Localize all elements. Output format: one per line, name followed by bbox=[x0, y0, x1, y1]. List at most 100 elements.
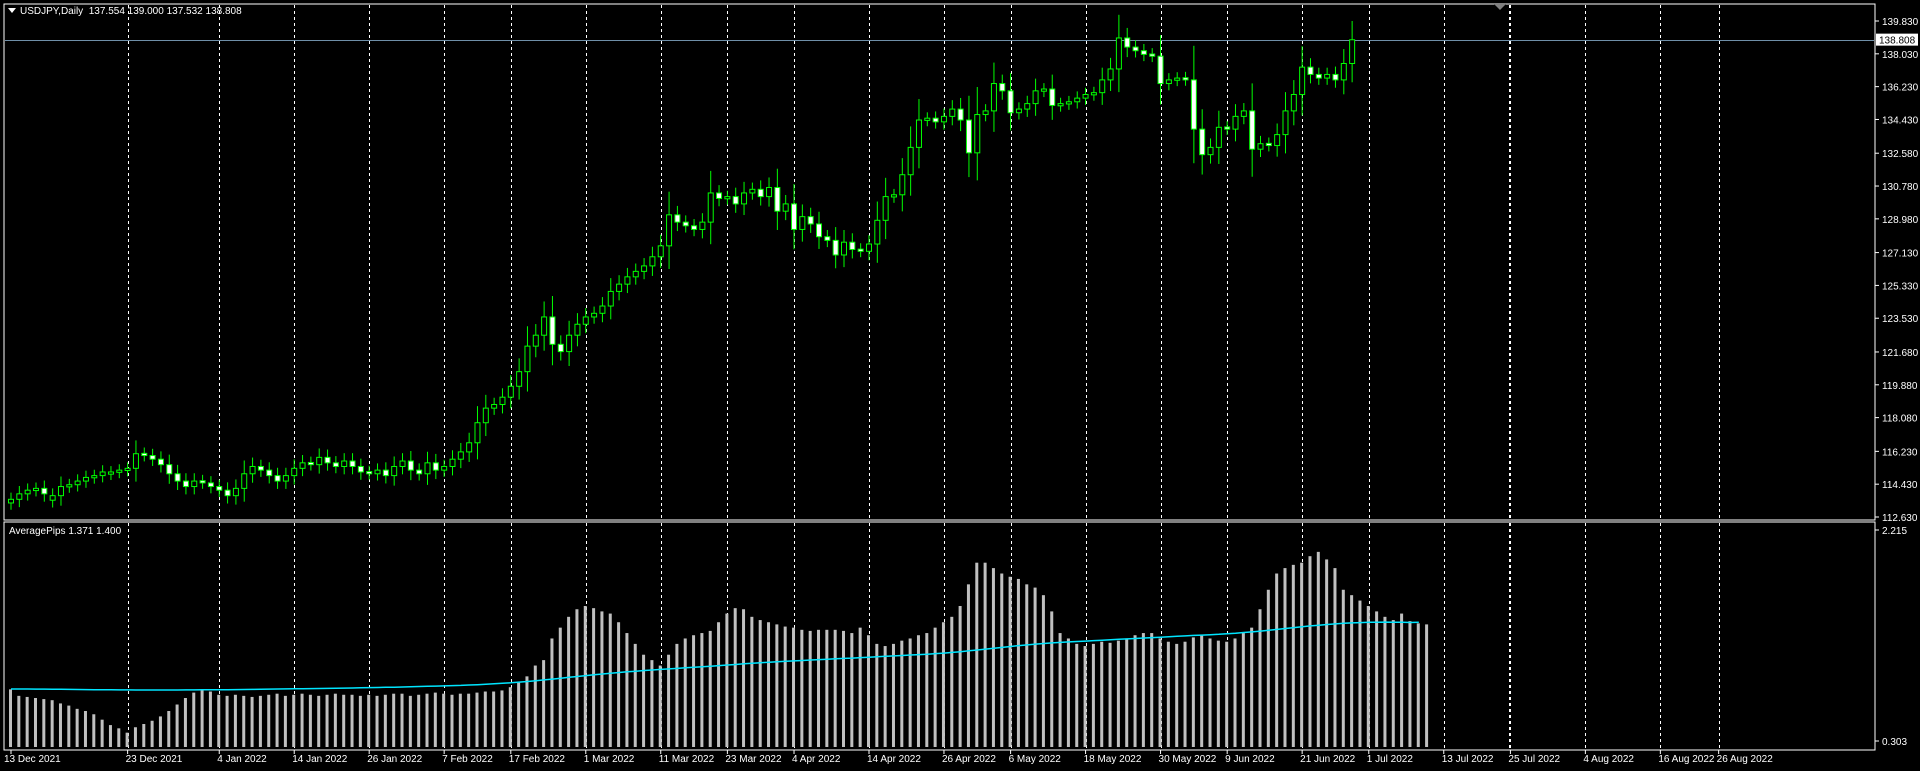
candle bbox=[224, 482, 231, 504]
candle bbox=[507, 375, 514, 409]
candle-body bbox=[1265, 142, 1272, 147]
histogram-bar bbox=[317, 695, 321, 747]
histogram-bar bbox=[333, 693, 337, 747]
candle bbox=[1265, 137, 1272, 152]
collapse-triangle-icon[interactable] bbox=[8, 8, 16, 13]
candle-body bbox=[566, 334, 573, 353]
time-tick-label: 14 Apr 2022 bbox=[867, 754, 921, 765]
time-tick-label: 23 Mar 2022 bbox=[725, 754, 782, 765]
time-tick-label: 21 Jun 2022 bbox=[1300, 754, 1355, 765]
histogram-bar bbox=[1108, 642, 1112, 747]
candle bbox=[382, 462, 389, 484]
candle-body bbox=[582, 316, 589, 325]
histogram-bar bbox=[975, 562, 979, 747]
candle bbox=[1157, 35, 1164, 105]
histogram-bar bbox=[575, 609, 579, 747]
histogram-bar bbox=[1233, 638, 1237, 747]
candle bbox=[199, 474, 206, 489]
histogram-bar bbox=[866, 635, 870, 747]
candle-body bbox=[757, 188, 764, 198]
candle-body bbox=[141, 452, 148, 457]
candle bbox=[357, 458, 364, 480]
candle bbox=[316, 448, 323, 474]
candle bbox=[499, 388, 506, 414]
histogram-bar bbox=[550, 638, 554, 747]
histogram-bar bbox=[708, 630, 712, 747]
candle-body bbox=[124, 467, 131, 472]
indicator-values: 1.371 1.400 bbox=[68, 526, 122, 537]
candle bbox=[1065, 95, 1072, 110]
candle bbox=[807, 207, 814, 233]
candle-body bbox=[307, 461, 314, 466]
candle-body bbox=[1140, 50, 1147, 55]
histogram-bar bbox=[367, 694, 371, 747]
candle bbox=[1090, 86, 1097, 101]
candle-body bbox=[624, 276, 631, 285]
candle-body bbox=[1132, 46, 1139, 52]
candle-body bbox=[291, 467, 298, 477]
candle bbox=[724, 190, 731, 205]
candle bbox=[349, 453, 356, 475]
candle bbox=[890, 188, 897, 203]
candle-body bbox=[999, 83, 1006, 92]
histogram-bar bbox=[916, 635, 920, 747]
price-tick-label: 125.330 bbox=[1882, 281, 1919, 292]
histogram-bar bbox=[242, 695, 246, 747]
time-tick-label: 13 Dec 2021 bbox=[4, 754, 61, 765]
candle bbox=[1040, 83, 1047, 98]
candle-body bbox=[216, 486, 223, 491]
histogram-bar bbox=[883, 646, 887, 747]
candle bbox=[1290, 80, 1297, 126]
candle bbox=[82, 470, 89, 488]
candle-body bbox=[824, 236, 831, 241]
candle-body bbox=[107, 471, 114, 475]
histogram-bar bbox=[508, 687, 512, 747]
candle-body bbox=[1065, 101, 1072, 105]
candle-body bbox=[1240, 110, 1247, 117]
candle bbox=[282, 467, 289, 489]
candle bbox=[1074, 91, 1081, 109]
candle bbox=[32, 482, 39, 497]
candle bbox=[432, 453, 439, 480]
candle bbox=[1099, 67, 1106, 105]
candle-body bbox=[1082, 93, 1089, 99]
histogram-bar bbox=[1000, 573, 1004, 747]
price-tick-label: 132.580 bbox=[1882, 149, 1919, 160]
histogram-bar bbox=[1041, 595, 1045, 747]
histogram-bar bbox=[1241, 633, 1245, 747]
candle-body bbox=[674, 214, 681, 223]
candle-body bbox=[865, 243, 872, 252]
histogram-bar bbox=[175, 704, 179, 747]
histogram-bar bbox=[850, 633, 854, 747]
chart-shift-marker-icon[interactable] bbox=[1494, 4, 1506, 10]
candle-body bbox=[1315, 73, 1322, 79]
histogram-bar bbox=[983, 562, 987, 747]
histogram-bar bbox=[700, 633, 704, 747]
candle-body bbox=[666, 214, 673, 247]
histogram-bar bbox=[758, 620, 762, 747]
candle-body bbox=[99, 471, 106, 477]
price-tick-label: 116.230 bbox=[1882, 447, 1918, 458]
histogram-bar bbox=[950, 616, 954, 747]
histogram-bar bbox=[1408, 621, 1412, 747]
histogram-bar bbox=[1166, 641, 1170, 747]
candle-body bbox=[699, 221, 706, 230]
histogram-bar bbox=[1100, 641, 1104, 747]
main-panel-header: USDJPY,Daily 137.554 139.000 137.532 138… bbox=[8, 6, 242, 17]
indicator-axis: 2.215 0.303 bbox=[1875, 526, 1907, 748]
histogram-bar bbox=[833, 629, 837, 747]
time-tick-label: 4 Apr 2022 bbox=[792, 754, 841, 765]
histogram-bar bbox=[1183, 641, 1187, 747]
candle-body bbox=[1324, 73, 1331, 79]
candle-body bbox=[1282, 110, 1289, 136]
histogram-bar bbox=[558, 627, 562, 747]
candle-body bbox=[607, 290, 614, 307]
histogram-bar bbox=[1308, 556, 1312, 747]
candle-body bbox=[532, 334, 539, 347]
averagepips-histogram bbox=[9, 551, 1429, 747]
candle bbox=[1249, 83, 1256, 177]
candle-body bbox=[391, 465, 398, 477]
histogram-bar bbox=[1125, 638, 1129, 747]
candle-body bbox=[549, 316, 556, 345]
histogram-bar bbox=[25, 696, 29, 747]
